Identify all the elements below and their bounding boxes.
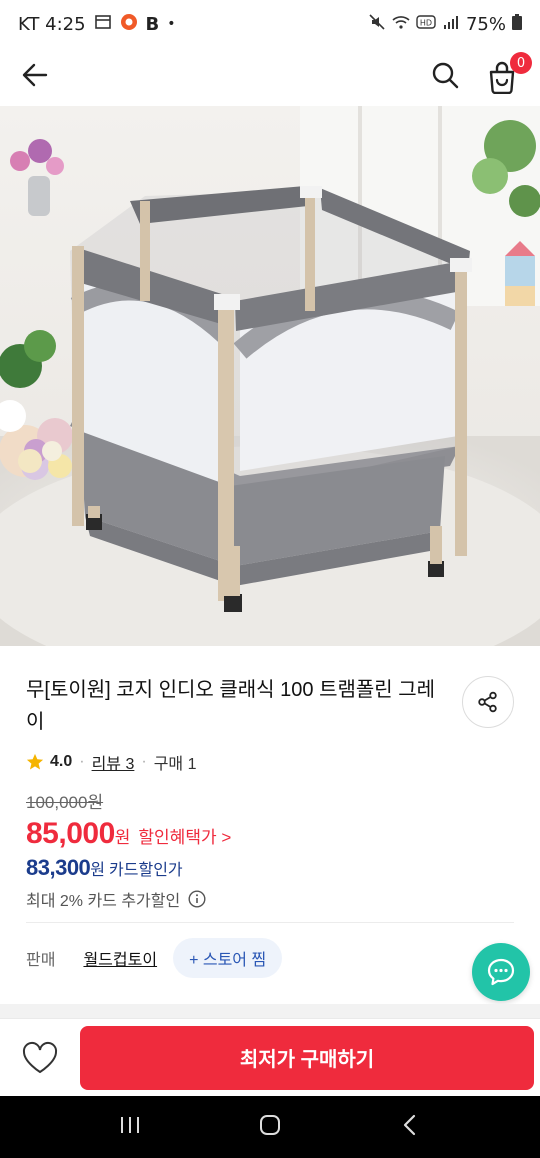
cart-badge: 0 <box>510 52 532 74</box>
store-favorite-label: + 스토어 찜 <box>189 952 267 969</box>
seller-label: 판매 <box>26 952 56 969</box>
review-link[interactable]: 리뷰 3 <box>92 750 135 774</box>
wishlist-button[interactable] <box>20 1038 60 1078</box>
buy-button-label: 최저가 구매하기 <box>239 1049 375 1071</box>
share-button[interactable] <box>462 676 514 728</box>
sale-price-row: 85,000 원 할인혜택가 > <box>26 817 514 851</box>
hd-icon: HD <box>416 14 436 35</box>
svg-text:HD: HD <box>420 18 432 27</box>
signal-icon <box>442 13 460 36</box>
home-icon[interactable] <box>258 1113 282 1141</box>
search-icon[interactable] <box>430 60 460 94</box>
recent-apps-icon[interactable] <box>118 1114 142 1140</box>
card-price-label: 카드할인가 <box>109 862 183 879</box>
system-nav-bar <box>0 1096 540 1158</box>
rating-value: 4.0 <box>50 753 73 770</box>
seller-name-link[interactable]: 월드컵토이 <box>83 946 157 970</box>
battery-icon <box>512 13 522 35</box>
calendar-icon <box>94 13 112 36</box>
carrier-time: KT 4:25 <box>18 13 86 35</box>
mute-icon <box>368 13 386 36</box>
app-letter: B <box>145 13 160 35</box>
store-favorite-button[interactable]: + 스토어 찜 <box>173 938 283 978</box>
sale-price: 85,000 <box>26 817 115 850</box>
product-image[interactable] <box>0 106 540 646</box>
battery-text: 75% <box>465 13 506 35</box>
original-price: 100,000원 <box>26 793 104 812</box>
product-info: 무[토이원] 코지 인디오 클래식 100 트램폴린 그레이 4.0 · 리뷰 … <box>0 646 540 978</box>
seller-row: 판매 월드컵토이 + 스토어 찜 <box>26 938 283 978</box>
wifi-icon <box>392 13 410 36</box>
heart-icon <box>22 1041 58 1073</box>
purchase-count: 구매 1 <box>153 756 197 773</box>
rating-row: 4.0 · 리뷰 3 · 구매 1 <box>26 750 514 774</box>
back-arrow-icon[interactable] <box>20 60 50 94</box>
star-icon <box>26 753 44 770</box>
notification-dot: • <box>167 16 176 32</box>
discount-benefit-link[interactable]: 할인혜택가 > <box>138 823 231 848</box>
info-icon[interactable] <box>188 890 206 908</box>
max-discount-text: 최대 2% 카드 추가할인 <box>26 893 181 910</box>
back-icon[interactable] <box>398 1113 422 1141</box>
buy-lowest-price-button[interactable]: 최저가 구매하기 <box>80 1025 534 1090</box>
card-price-unit: 원 <box>90 862 106 879</box>
record-icon <box>120 13 138 36</box>
cart-button[interactable]: 0 <box>486 52 532 95</box>
sale-price-unit: 원 <box>114 828 131 847</box>
card-price-row: 83,300 원 카드할인가 <box>26 855 514 881</box>
chat-button[interactable] <box>472 943 530 1001</box>
top-nav: 0 <box>0 48 540 106</box>
product-title: 무[토이원] 코지 인디오 클래식 100 트램폴린 그레이 <box>26 679 436 733</box>
share-icon <box>478 691 497 713</box>
section-separator <box>0 1004 540 1018</box>
max-discount-row: 최대 2% 카드 추가할인 <box>26 887 514 911</box>
status-bar: KT 4:25 B • HD 75% <box>0 0 540 48</box>
divider <box>26 922 514 923</box>
chat-bubble-icon <box>487 958 515 986</box>
card-price: 83,300 <box>26 855 91 880</box>
bottom-action-bar: 최저가 구매하기 <box>0 1018 540 1096</box>
